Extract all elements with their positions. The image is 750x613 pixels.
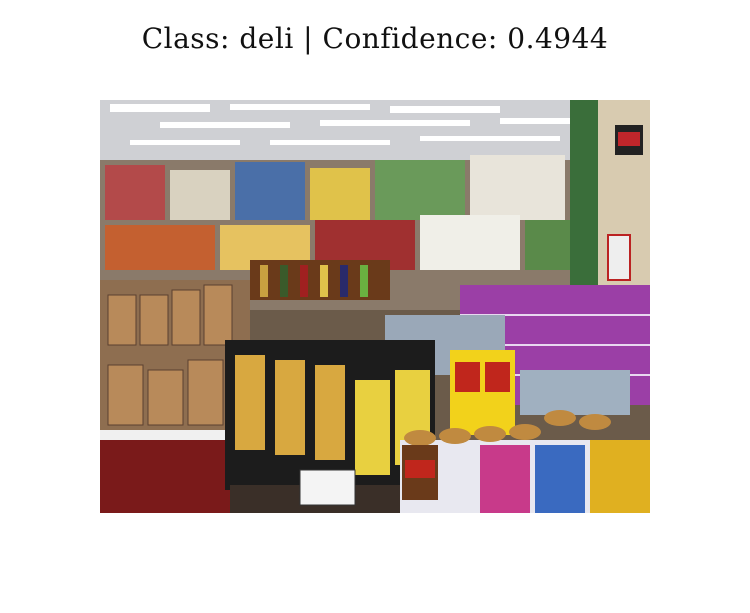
wall-sign [607, 234, 631, 281]
price-sign [299, 469, 356, 506]
classification-title: Class: deli | Confidence: 0.4944 [141, 22, 609, 55]
bottle-row [250, 260, 390, 300]
cans-right [520, 370, 630, 415]
shelf-edge [100, 430, 230, 440]
back-shelf-products [105, 155, 570, 270]
green-pillar [570, 100, 598, 290]
sauce-jars [100, 440, 230, 513]
store-photo [100, 100, 650, 513]
store-photo-illustration [100, 100, 650, 513]
